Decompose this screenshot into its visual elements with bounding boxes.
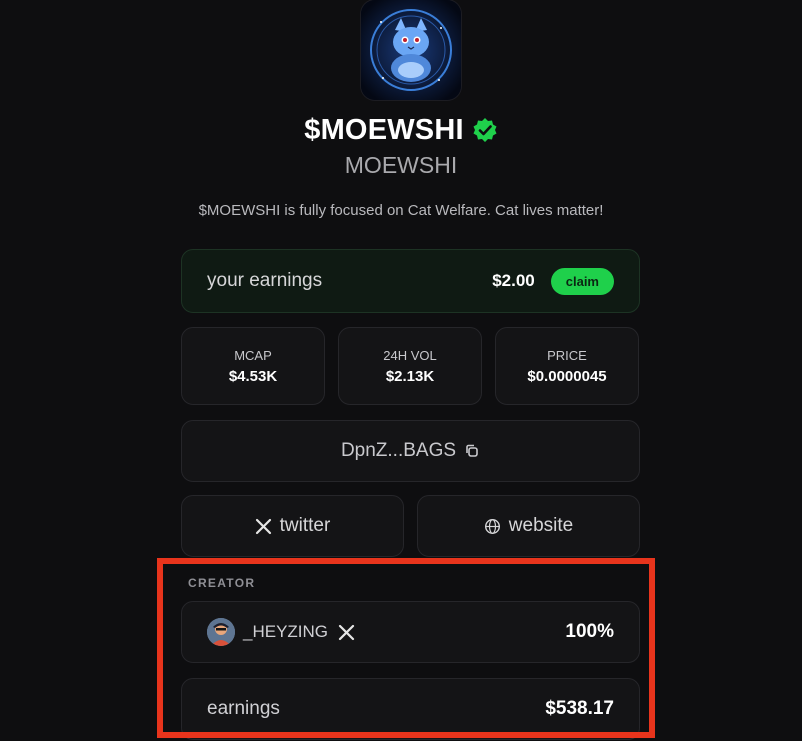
contract-address-button[interactable]: DpnZ...BAGS bbox=[181, 420, 640, 482]
creator-handle[interactable]: _HEYZING bbox=[243, 622, 328, 642]
website-link-button[interactable]: website bbox=[417, 495, 640, 557]
token-image bbox=[361, 0, 461, 100]
x-icon bbox=[255, 518, 272, 535]
twitter-link-label: twitter bbox=[279, 515, 331, 536]
creator-earnings-value: $538.17 bbox=[545, 698, 614, 719]
stat-label: 24H VOL bbox=[383, 347, 437, 363]
stat-value: $4.53K bbox=[228, 367, 278, 385]
token-name: MOEWSHI bbox=[344, 152, 458, 178]
token-ticker: $MOEWSHI bbox=[304, 113, 464, 146]
title-row: $MOEWSHI bbox=[0, 112, 802, 148]
your-earnings-card: your earnings $2.00 claim bbox=[181, 249, 640, 313]
avatar bbox=[207, 618, 235, 646]
your-earnings-value: $2.00 bbox=[492, 271, 535, 290]
claim-button[interactable]: claim bbox=[550, 267, 614, 295]
copy-icon bbox=[464, 443, 480, 459]
creator-section-label: CREATOR bbox=[188, 576, 256, 590]
token-description: $MOEWSHI is fully focused on Cat Welfare… bbox=[198, 202, 604, 219]
verified-check-icon bbox=[472, 117, 498, 143]
website-link-label: website bbox=[508, 515, 574, 536]
your-earnings-label: your earnings bbox=[207, 270, 323, 291]
twitter-link-button[interactable]: twitter bbox=[181, 495, 404, 557]
stat-label: PRICE bbox=[547, 347, 587, 363]
contract-address: DpnZ...BAGS bbox=[340, 440, 457, 461]
creator-share: 100% bbox=[565, 621, 614, 642]
stat-mcap: MCAP $4.53K bbox=[181, 327, 325, 405]
stat-price: PRICE $0.0000045 bbox=[495, 327, 639, 405]
creator-earnings-row: earnings $538.17 bbox=[181, 678, 640, 740]
token-page: $MOEWSHI MOEWSHI $MOEWSHI is fully focus… bbox=[0, 0, 802, 741]
stat-label: MCAP bbox=[234, 347, 272, 363]
stat-value: $0.0000045 bbox=[527, 367, 607, 385]
x-icon[interactable] bbox=[338, 624, 565, 641]
creator-row[interactable]: _HEYZING 100% bbox=[181, 601, 640, 663]
stat-24h-vol: 24H VOL $2.13K bbox=[338, 327, 482, 405]
creator-earnings-label: earnings bbox=[207, 698, 280, 719]
stat-value: $2.13K bbox=[385, 367, 435, 385]
globe-icon bbox=[484, 518, 501, 535]
